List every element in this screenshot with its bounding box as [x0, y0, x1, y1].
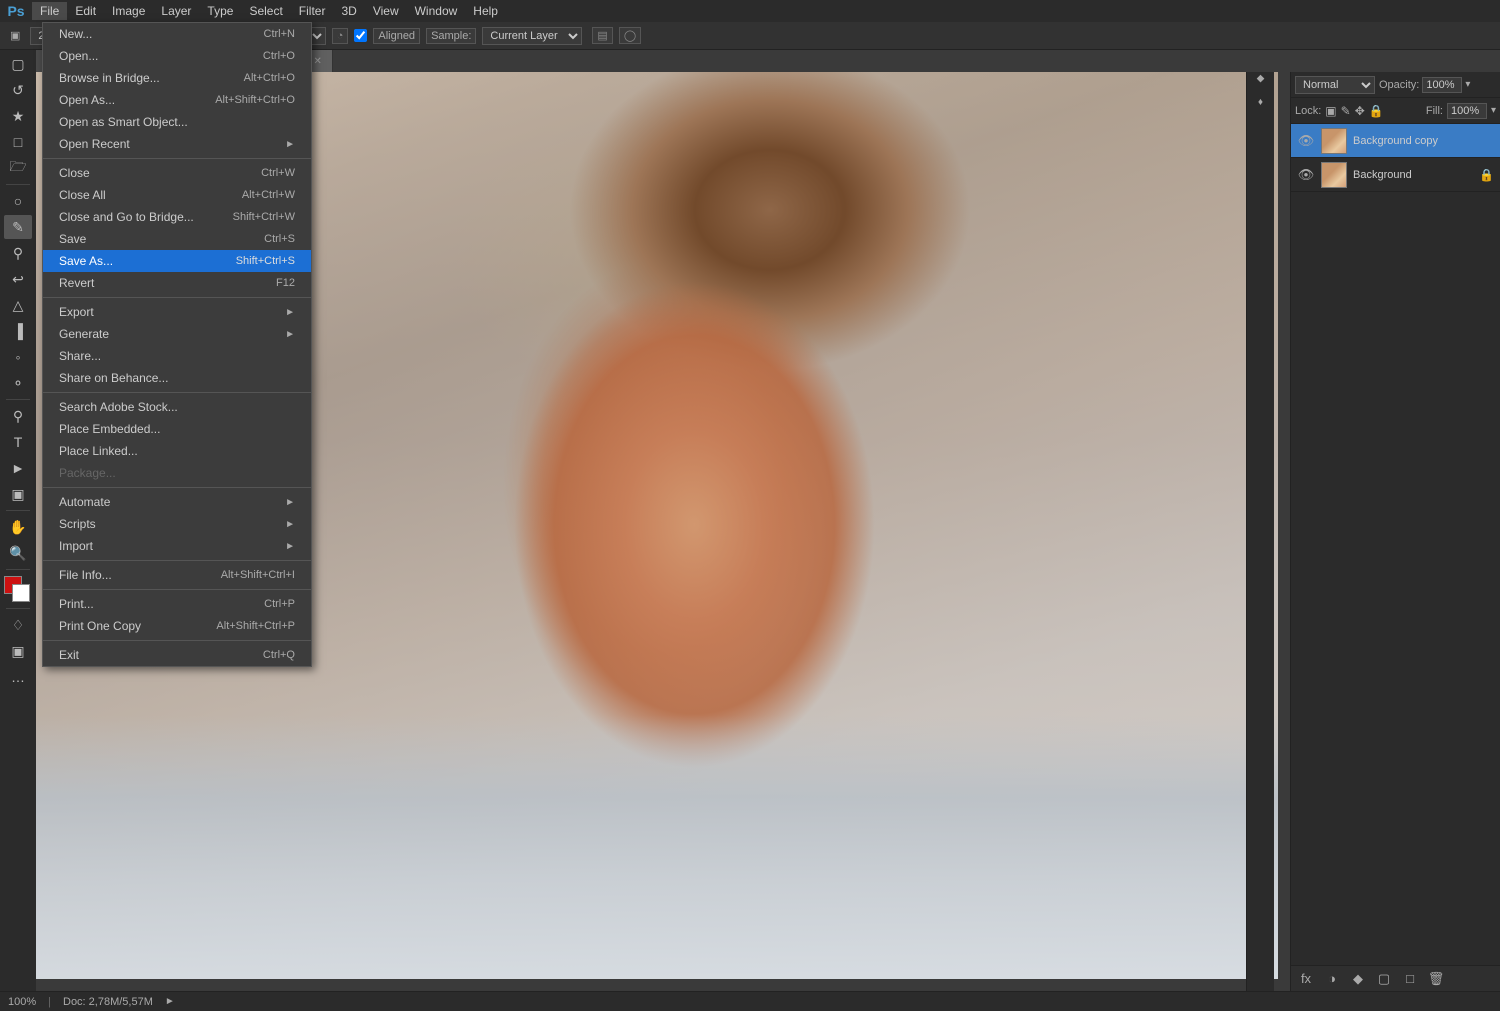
menu-automate[interactable]: Automate ►	[43, 491, 311, 513]
menu-print-one-shortcut: Alt+Shift+Ctrl+P	[216, 620, 295, 632]
menu-save-shortcut: Ctrl+S	[264, 233, 295, 245]
menu-close-label: Close	[59, 166, 90, 180]
menu-close-all-shortcut: Alt+Ctrl+W	[242, 189, 295, 201]
dd-sep-1	[43, 158, 311, 159]
menu-exit[interactable]: Exit Ctrl+Q	[43, 644, 311, 666]
menu-exit-label: Exit	[59, 648, 79, 662]
dd-sep-7	[43, 640, 311, 641]
menu-open-label: Open...	[59, 49, 98, 63]
menu-scripts-arrow: ►	[285, 519, 295, 530]
menu-file-info-label: File Info...	[59, 568, 112, 582]
menu-exit-shortcut: Ctrl+Q	[263, 649, 295, 661]
menu-export[interactable]: Export ►	[43, 301, 311, 323]
menu-close-bridge-label: Close and Go to Bridge...	[59, 210, 194, 224]
menu-browse-shortcut: Alt+Ctrl+O	[244, 72, 295, 84]
menu-close-all[interactable]: Close All Alt+Ctrl+W	[43, 184, 311, 206]
menu-open[interactable]: Open... Ctrl+O	[43, 45, 311, 67]
menu-print[interactable]: Print... Ctrl+P	[43, 593, 311, 615]
menu-save-as-label: Save As...	[59, 254, 113, 268]
menu-print-shortcut: Ctrl+P	[264, 598, 295, 610]
dd-sep-2	[43, 297, 311, 298]
menu-save-as[interactable]: Save As... Shift+Ctrl+S	[43, 250, 311, 272]
menu-file-info-shortcut: Alt+Shift+Ctrl+I	[221, 569, 295, 581]
menu-close-all-label: Close All	[59, 188, 106, 202]
menu-automate-arrow: ►	[285, 497, 295, 508]
menu-print-one-label: Print One Copy	[59, 619, 141, 633]
menu-save-label: Save	[59, 232, 86, 246]
menu-close-bridge[interactable]: Close and Go to Bridge... Shift+Ctrl+W	[43, 206, 311, 228]
menu-import-label: Import	[59, 539, 93, 553]
menu-revert[interactable]: Revert F12	[43, 272, 311, 294]
dd-sep-6	[43, 589, 311, 590]
menu-revert-label: Revert	[59, 276, 94, 290]
dd-sep-3	[43, 392, 311, 393]
file-dropdown-menu: New... Ctrl+N Open... Ctrl+O Browse in B…	[42, 22, 312, 667]
menu-place-linked-label: Place Linked...	[59, 444, 138, 458]
menu-import[interactable]: Import ►	[43, 535, 311, 557]
menu-browse[interactable]: Browse in Bridge... Alt+Ctrl+O	[43, 67, 311, 89]
menu-export-arrow: ►	[285, 307, 295, 318]
menu-share[interactable]: Share...	[43, 345, 311, 367]
menu-search-stock-label: Search Adobe Stock...	[59, 400, 178, 414]
menu-new[interactable]: New... Ctrl+N	[43, 23, 311, 45]
dd-sep-5	[43, 560, 311, 561]
menu-open-as[interactable]: Open As... Alt+Shift+Ctrl+O	[43, 89, 311, 111]
menu-scripts[interactable]: Scripts ►	[43, 513, 311, 535]
menu-open-as-shortcut: Alt+Shift+Ctrl+O	[215, 94, 295, 106]
menu-share-behance-label: Share on Behance...	[59, 371, 168, 385]
menu-close[interactable]: Close Ctrl+W	[43, 162, 311, 184]
menu-save[interactable]: Save Ctrl+S	[43, 228, 311, 250]
menu-open-shortcut: Ctrl+O	[263, 50, 295, 62]
menu-place-embedded-label: Place Embedded...	[59, 422, 160, 436]
menu-generate[interactable]: Generate ►	[43, 323, 311, 345]
menu-place-linked[interactable]: Place Linked...	[43, 440, 311, 462]
menu-place-embedded[interactable]: Place Embedded...	[43, 418, 311, 440]
menu-browse-label: Browse in Bridge...	[59, 71, 160, 85]
menu-generate-label: Generate	[59, 327, 109, 341]
menu-generate-arrow: ►	[285, 329, 295, 340]
menu-new-label: New...	[59, 27, 92, 41]
menu-open-recent[interactable]: Open Recent ►	[43, 133, 311, 155]
menu-package: Package...	[43, 462, 311, 484]
menu-open-smart[interactable]: Open as Smart Object...	[43, 111, 311, 133]
menu-close-bridge-shortcut: Shift+Ctrl+W	[233, 211, 295, 223]
menu-close-shortcut: Ctrl+W	[261, 167, 295, 179]
menu-new-shortcut: Ctrl+N	[264, 28, 295, 40]
dropdown-overlay[interactable]: New... Ctrl+N Open... Ctrl+O Browse in B…	[0, 0, 1500, 1011]
menu-open-recent-label: Open Recent	[59, 137, 130, 151]
menu-open-smart-label: Open as Smart Object...	[59, 115, 188, 129]
menu-import-arrow: ►	[285, 541, 295, 552]
menu-revert-shortcut: F12	[276, 277, 295, 289]
menu-search-stock[interactable]: Search Adobe Stock...	[43, 396, 311, 418]
menu-print-label: Print...	[59, 597, 94, 611]
menu-export-label: Export	[59, 305, 94, 319]
menu-open-recent-arrow: ►	[285, 139, 295, 150]
dd-sep-4	[43, 487, 311, 488]
menu-share-behance[interactable]: Share on Behance...	[43, 367, 311, 389]
menu-scripts-label: Scripts	[59, 517, 96, 531]
menu-open-as-label: Open As...	[59, 93, 115, 107]
menu-automate-label: Automate	[59, 495, 110, 509]
menu-package-label: Package...	[59, 466, 116, 480]
menu-file-info[interactable]: File Info... Alt+Shift+Ctrl+I	[43, 564, 311, 586]
menu-print-one[interactable]: Print One Copy Alt+Shift+Ctrl+P	[43, 615, 311, 637]
menu-share-label: Share...	[59, 349, 101, 363]
menu-save-as-shortcut: Shift+Ctrl+S	[236, 255, 295, 267]
